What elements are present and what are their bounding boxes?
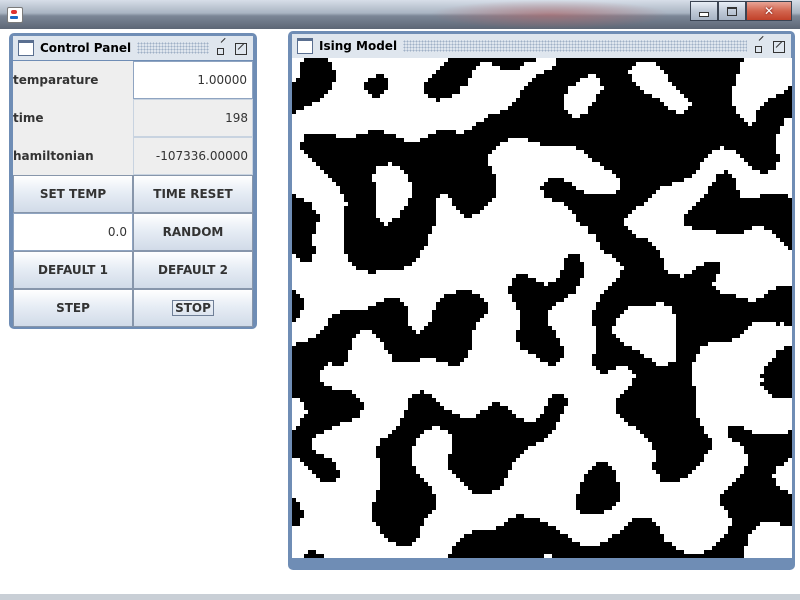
hamiltonian-label: hamiltonian (13, 149, 94, 163)
time-label: time (13, 111, 44, 125)
ising-model-titlebar[interactable]: Ising Model (292, 34, 791, 58)
close-icon: ✕ (763, 4, 775, 18)
ising-lattice-view (292, 58, 792, 558)
time-reset-button[interactable]: TIME RESET (133, 175, 253, 213)
iconify-icon[interactable] (215, 41, 229, 55)
maximize-icon (727, 6, 737, 16)
java-icon (7, 7, 23, 23)
control-panel-content: temparature 1.00000 time 198 hamiltonian… (13, 61, 253, 327)
window-bottom-border (0, 594, 800, 600)
temperature-label: temparature (13, 73, 99, 87)
minimize-button[interactable] (690, 1, 718, 21)
frame-icon (297, 38, 313, 54)
temperature-field[interactable]: 1.00000 (133, 61, 253, 99)
default-1-button[interactable]: DEFAULT 1 (13, 251, 133, 289)
random-value-field[interactable]: 0.0 (13, 213, 133, 251)
maximize-button[interactable] (718, 1, 746, 21)
time-value: 198 (133, 99, 253, 137)
window-titlebar[interactable]: ✕ (0, 0, 800, 29)
spin-lattice-canvas (292, 58, 792, 558)
stop-button[interactable]: STOP (133, 289, 253, 327)
title-grip (137, 42, 209, 54)
ising-model-title: Ising Model (319, 39, 398, 53)
title-grip (403, 40, 747, 52)
minimize-icon (699, 11, 709, 17)
control-panel-title: Control Panel (40, 41, 132, 55)
frame-icon (18, 40, 34, 56)
iconify-icon[interactable] (753, 39, 767, 53)
ising-model-frame: Ising Model (288, 31, 795, 570)
random-button[interactable]: RANDOM (133, 213, 253, 251)
control-panel-frame: Control Panel temparature 1.00000 time 1… (9, 33, 257, 329)
stop-button-label: STOP (172, 300, 214, 316)
close-button[interactable]: ✕ (746, 1, 792, 21)
titlebar-glow (430, 0, 670, 29)
window-controls: ✕ (690, 1, 792, 21)
maximize-frame-icon[interactable] (772, 39, 786, 53)
default-2-button[interactable]: DEFAULT 2 (133, 251, 253, 289)
maximize-frame-icon[interactable] (234, 41, 248, 55)
control-panel-titlebar[interactable]: Control Panel (13, 36, 253, 60)
hamiltonian-value: -107336.00000 (133, 137, 253, 175)
step-button[interactable]: STEP (13, 289, 133, 327)
set-temp-button[interactable]: SET TEMP (13, 175, 133, 213)
